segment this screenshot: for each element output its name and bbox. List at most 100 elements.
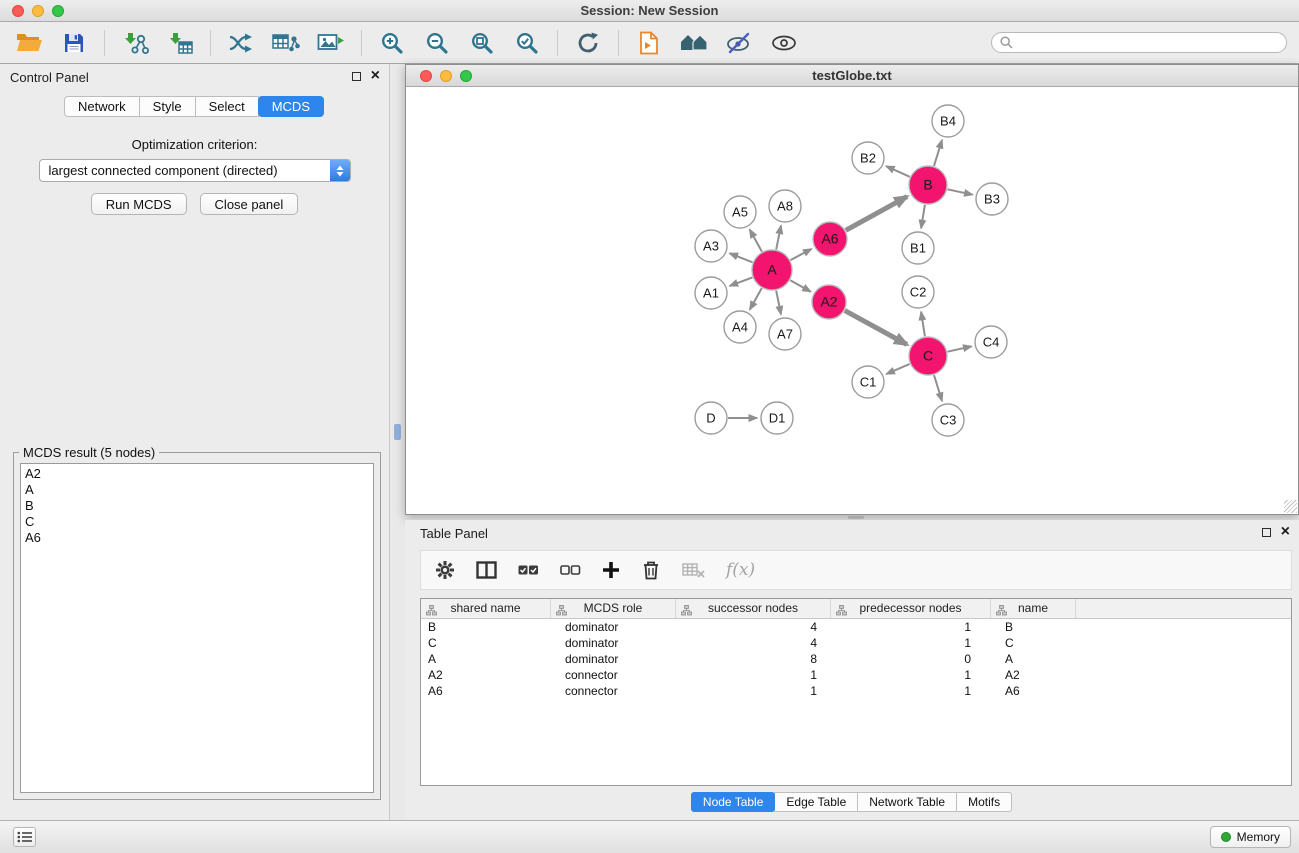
- graph-node-D[interactable]: D: [695, 402, 727, 434]
- mcds-result-item[interactable]: A: [25, 482, 369, 498]
- graph-node-A4[interactable]: A4: [724, 311, 756, 343]
- hide-graphics-details-button[interactable]: [767, 27, 801, 59]
- mcds-result-item[interactable]: A6: [25, 530, 369, 546]
- delete-table-button[interactable]: [682, 562, 705, 579]
- tab-edge-table[interactable]: Edge Table: [774, 792, 858, 812]
- graph-node-C3[interactable]: C3: [932, 404, 964, 436]
- home-button[interactable]: [677, 27, 711, 59]
- vertical-splitter[interactable]: [390, 64, 405, 820]
- mcds-result-item[interactable]: A2: [25, 466, 369, 482]
- close-network-button[interactable]: [420, 70, 432, 82]
- graph-node-A5[interactable]: A5: [724, 196, 756, 228]
- zoom-out-button[interactable]: [420, 27, 454, 59]
- graph-node-B[interactable]: B: [909, 166, 947, 204]
- graph-node-C4[interactable]: C4: [975, 326, 1007, 358]
- tab-motifs[interactable]: Motifs: [956, 792, 1012, 812]
- graph-edge-B-B2[interactable]: [886, 166, 910, 177]
- minimize-network-button[interactable]: [440, 70, 452, 82]
- export-image-button[interactable]: [314, 27, 348, 59]
- open-recent-button[interactable]: [632, 27, 666, 59]
- show-graphics-details-button[interactable]: [722, 27, 756, 59]
- column-header-name[interactable]: name: [991, 599, 1076, 618]
- graph-node-A3[interactable]: A3: [695, 230, 727, 262]
- graph-node-A2[interactable]: A2: [812, 285, 846, 319]
- search-box[interactable]: [991, 32, 1287, 53]
- graph-node-A[interactable]: A: [752, 250, 792, 290]
- graph-edge-B-B1[interactable]: [921, 205, 925, 228]
- memory-button[interactable]: Memory: [1210, 826, 1291, 848]
- graph-edge-A-A3[interactable]: [730, 253, 753, 262]
- graph-node-C1[interactable]: C1: [852, 366, 884, 398]
- graph-node-A7[interactable]: A7: [769, 318, 801, 350]
- graph-edge-A2-C[interactable]: [845, 311, 907, 345]
- close-window-button[interactable]: [12, 5, 24, 17]
- deselect-all-rows-button[interactable]: [560, 565, 581, 576]
- graph-edge-A6-B[interactable]: [846, 197, 907, 231]
- graph-node-A1[interactable]: A1: [695, 277, 727, 309]
- close-panel-button[interactable]: Close panel: [200, 193, 299, 215]
- graph-node-B2[interactable]: B2: [852, 142, 884, 174]
- graph-node-B4[interactable]: B4: [932, 105, 964, 137]
- graph-edge-C-C2[interactable]: [921, 312, 925, 336]
- column-header-mcds-role[interactable]: MCDS role: [551, 599, 676, 618]
- graph-node-D1[interactable]: D1: [761, 402, 793, 434]
- graph-edge-A-A4[interactable]: [750, 288, 762, 309]
- graph-node-C2[interactable]: C2: [902, 276, 934, 308]
- delete-rows-button[interactable]: [641, 560, 661, 580]
- zoom-window-button[interactable]: [52, 5, 64, 17]
- zoom-fit-button[interactable]: [465, 27, 499, 59]
- table-settings-button[interactable]: [435, 560, 455, 580]
- apply-layout-button[interactable]: [224, 27, 258, 59]
- graph-node-C[interactable]: C: [909, 337, 947, 375]
- zoom-selected-button[interactable]: [510, 27, 544, 59]
- graph-edge-A-A6[interactable]: [791, 249, 812, 260]
- graph-edge-B-B4[interactable]: [934, 140, 942, 166]
- column-header-predecessor-nodes[interactable]: predecessor nodes: [831, 599, 991, 618]
- splitter-collapse-handle[interactable]: [394, 424, 401, 440]
- network-canvas[interactable]: B4 B2 B B3 A8 A5 A6 B1 A3 A C2 A1 A2 A4 A7 C4 C C1 C3 D D1: [406, 87, 1298, 514]
- graph-edge-A-A7[interactable]: [776, 291, 781, 315]
- search-input[interactable]: [1018, 36, 1278, 50]
- tab-style[interactable]: Style: [139, 96, 196, 117]
- function-builder-button[interactable]: f(x): [726, 560, 755, 580]
- float-table-panel-icon[interactable]: [1262, 528, 1271, 537]
- graph-node-A8[interactable]: A8: [769, 190, 801, 222]
- select-all-rows-button[interactable]: [518, 565, 539, 576]
- graph-edge-B-B3[interactable]: [948, 189, 973, 194]
- float-panel-icon[interactable]: [352, 72, 361, 81]
- column-header-successor-nodes[interactable]: successor nodes: [676, 599, 831, 618]
- graph-edge-A-A5[interactable]: [750, 230, 762, 252]
- tab-network-table[interactable]: Network Table: [857, 792, 957, 812]
- tab-node-table[interactable]: Node Table: [691, 792, 776, 812]
- close-table-panel-icon[interactable]: ×: [1281, 526, 1290, 538]
- tab-network[interactable]: Network: [64, 96, 140, 117]
- task-history-button[interactable]: [13, 827, 36, 847]
- graph-edge-A-A8[interactable]: [776, 226, 781, 250]
- table-row[interactable]: Adominator80A: [421, 651, 1291, 667]
- graph-edge-C-C4[interactable]: [948, 346, 972, 351]
- add-row-button[interactable]: [602, 561, 620, 579]
- import-network-button[interactable]: [118, 27, 152, 59]
- mcds-result-list[interactable]: A2ABCA6: [20, 463, 374, 793]
- window-resize-handle[interactable]: [1284, 500, 1297, 513]
- graph-edge-C-C3[interactable]: [934, 375, 942, 401]
- graph-node-B1[interactable]: B1: [902, 232, 934, 264]
- tab-mcds[interactable]: MCDS: [258, 96, 324, 117]
- zoom-network-button[interactable]: [460, 70, 472, 82]
- close-panel-icon[interactable]: ×: [371, 70, 380, 82]
- zoom-in-button[interactable]: [375, 27, 409, 59]
- import-table-button[interactable]: [163, 27, 197, 59]
- tab-select[interactable]: Select: [195, 96, 259, 117]
- show-columns-button[interactable]: [476, 561, 497, 579]
- graph-node-B3[interactable]: B3: [976, 183, 1008, 215]
- graph-edge-C-C1[interactable]: [886, 364, 909, 374]
- minimize-window-button[interactable]: [32, 5, 44, 17]
- table-row[interactable]: A6connector11A6: [421, 683, 1291, 699]
- table-row[interactable]: A2connector11A2: [421, 667, 1291, 683]
- mcds-result-item[interactable]: B: [25, 498, 369, 514]
- graph-edge-A-A2[interactable]: [790, 280, 810, 291]
- mcds-result-item[interactable]: C: [25, 514, 369, 530]
- graph-edge-A-A1[interactable]: [730, 277, 753, 286]
- graph-node-A6[interactable]: A6: [813, 222, 847, 256]
- column-header-shared-name[interactable]: shared name: [421, 599, 551, 618]
